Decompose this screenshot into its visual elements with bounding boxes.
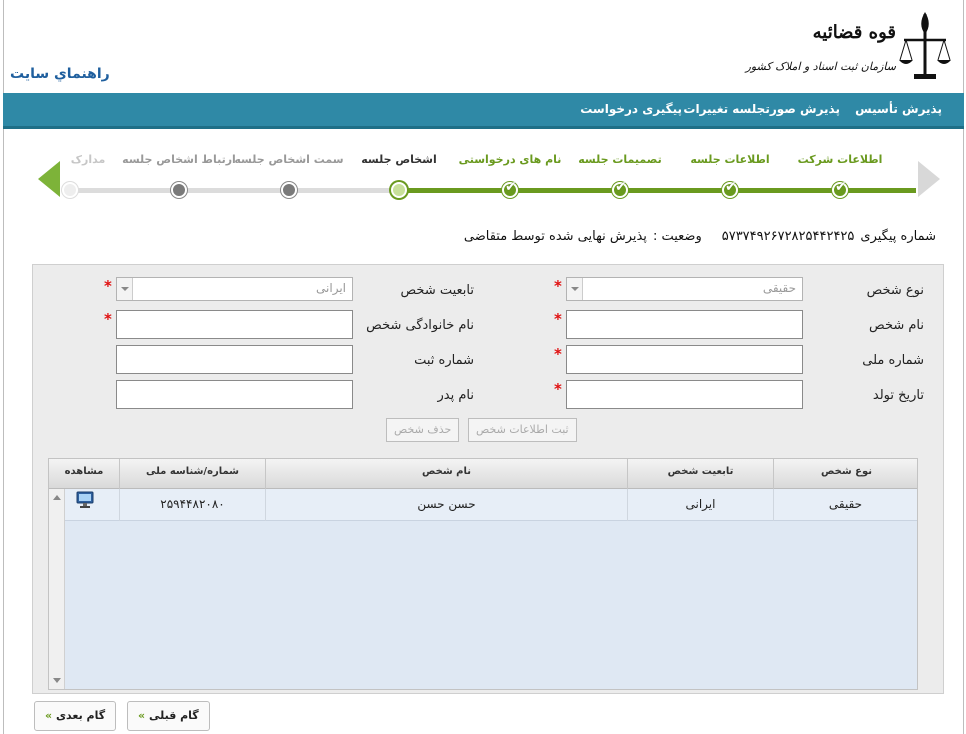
logo-title: قوه قضائیه <box>812 22 896 43</box>
steps-prev-arrow-icon[interactable] <box>38 161 60 197</box>
chevron-double-icon: « <box>138 709 146 722</box>
nav-item-change-minutes[interactable]: پذیرش صورتجلسه تغییرات <box>683 102 840 116</box>
tracking-number: ۵۷۳۷۴۹۲۶۷۲۸۲۵۴۴۲۴۲۵ <box>721 229 855 244</box>
step-dot-documents <box>62 182 78 198</box>
national-id-input[interactable] <box>566 345 803 374</box>
step-label-company-info[interactable]: اطلاعات شرکت <box>798 153 883 166</box>
emblem-icon <box>899 12 951 79</box>
steps-next-arrow-icon[interactable] <box>918 161 940 197</box>
main-navbar: پذیرش تأسیس پذیرش صورتجلسه تغییرات پیگیر… <box>3 93 964 129</box>
first-name-input[interactable] <box>566 310 803 339</box>
grid-header: نوع شخص تابعیت شخص نام شخص شماره/شناسه م… <box>49 459 917 489</box>
step-dot-person-roles <box>281 182 297 198</box>
next-step-label: گام بعدی <box>55 709 106 722</box>
person-type-label: نوع شخص <box>866 283 924 298</box>
cell-person-type: حقیقی <box>773 489 917 521</box>
monitor-view-icon[interactable] <box>75 491 95 509</box>
national-id-label: شماره ملی <box>862 353 924 368</box>
status-label: وضعیت : <box>652 229 702 244</box>
nav-item-establishment[interactable]: پذیرش تأسیس <box>855 102 942 116</box>
step-label-person-roles: سمت اشخاص جلسه <box>234 153 344 166</box>
persons-grid: نوع شخص تابعیت شخص نام شخص شماره/شناسه م… <box>48 458 918 690</box>
scroll-up-icon[interactable] <box>53 495 61 500</box>
nationality-label: تابعیت شخص <box>400 283 475 298</box>
scroll-down-icon[interactable] <box>53 678 61 683</box>
registration-number-label: شماره ثبت <box>414 353 474 368</box>
person-type-value: حقیقی <box>762 281 796 295</box>
required-mark: * <box>554 277 562 295</box>
person-type-select[interactable]: حقیقی <box>566 277 803 301</box>
required-mark: * <box>554 345 562 363</box>
delete-person-button[interactable]: حذف شخص <box>386 418 460 442</box>
step-dot-meeting-persons[interactable] <box>391 182 407 198</box>
grid-col-view[interactable]: مشاهده <box>49 459 119 489</box>
cell-national-id: ۲۵۹۴۴۸۲۰۸۰ <box>119 489 265 521</box>
father-name-input[interactable] <box>116 380 353 409</box>
birth-date-label: تاریخ تولد <box>872 388 924 403</box>
step-label-person-relations: ارتباط اشخاص جلسه <box>122 153 236 166</box>
grid-col-nationality[interactable]: تابعیت شخص <box>627 459 773 489</box>
required-mark: * <box>554 380 562 398</box>
check-icon: ✔ <box>615 179 627 195</box>
required-mark: * <box>104 277 112 295</box>
step-dot-meeting-info[interactable]: ✔ <box>722 179 738 198</box>
step-dot-person-relations <box>171 182 187 198</box>
last-name-input[interactable] <box>116 310 353 339</box>
step-label-meeting-persons[interactable]: اشخاص جلسه <box>361 153 437 166</box>
step-label-meeting-decisions[interactable]: تصمیمات جلسه <box>578 153 662 166</box>
grid-scrollbar[interactable] <box>49 489 65 689</box>
table-row[interactable]: حقیقی ایرانی حسن حسن ۲۵۹۴۴۸۲۰۸۰ <box>65 489 917 521</box>
next-step-button[interactable]: « گام بعدی <box>34 701 117 731</box>
previous-step-button[interactable]: « گام قبلی <box>127 701 210 731</box>
site-help-link[interactable]: راهنماي سایت <box>10 66 110 82</box>
step-label-requested-names[interactable]: نام های درخواستی <box>459 153 562 166</box>
required-mark: * <box>554 310 562 328</box>
chevron-down-icon[interactable] <box>567 278 583 300</box>
cell-nationality: ایرانی <box>627 489 773 521</box>
tracking-info: شماره پیگیری ۵۷۳۷۴۹۲۶۷۲۸۲۵۴۴۲۴۲۵ وضعیت : پذ… <box>458 229 936 244</box>
father-name-label: نام پدر <box>437 388 474 403</box>
chevron-double-icon: « <box>45 709 53 722</box>
logo: قوه قضائیه سازمان ثبت اسناد و املاک کشور <box>744 8 954 86</box>
status-value: پذیرش نهایی شده توسط متقاضی <box>463 229 647 244</box>
nationality-select[interactable]: ایرانی <box>116 277 353 301</box>
grid-col-person-type[interactable]: نوع شخص <box>773 459 919 489</box>
grid-col-national-id[interactable]: شماره/شناسه ملی <box>119 459 265 489</box>
step-dot-requested-names[interactable]: ✔ <box>502 179 518 198</box>
grid-col-person-name[interactable]: نام شخص <box>265 459 627 489</box>
step-dot-meeting-decisions[interactable]: ✔ <box>612 179 628 198</box>
registration-number-input[interactable] <box>116 345 353 374</box>
tracking-label: شماره پیگیری <box>860 229 936 244</box>
save-person-button[interactable]: ثبت اطلاعات شخص <box>468 418 577 442</box>
first-name-label: نام شخص <box>869 318 924 333</box>
logo-subtitle: سازمان ثبت اسناد و املاک کشور <box>745 60 896 73</box>
cell-person-name: حسن حسن <box>265 489 627 521</box>
check-icon: ✔ <box>505 179 517 195</box>
required-mark: * <box>104 310 112 328</box>
nav-item-track-request[interactable]: پیگیری درخواست <box>580 102 682 116</box>
check-icon: ✔ <box>835 179 847 195</box>
cell-view <box>65 489 119 521</box>
step-label-meeting-info[interactable]: اطلاعات جلسه <box>690 153 769 166</box>
chevron-down-icon[interactable] <box>117 278 133 300</box>
check-icon: ✔ <box>725 179 737 195</box>
nationality-value: ایرانی <box>316 281 346 295</box>
wizard-steps: اطلاعات شرکت ✔ اطلاعات جلسه ✔ تصمیمات جل… <box>38 145 940 205</box>
step-label-documents: مدارک <box>70 153 106 166</box>
previous-step-label: گام قبلی <box>148 709 199 722</box>
birth-date-input[interactable] <box>566 380 803 409</box>
last-name-label: نام خانوادگی شخص <box>366 318 474 333</box>
step-dot-company-info[interactable]: ✔ <box>832 179 848 198</box>
